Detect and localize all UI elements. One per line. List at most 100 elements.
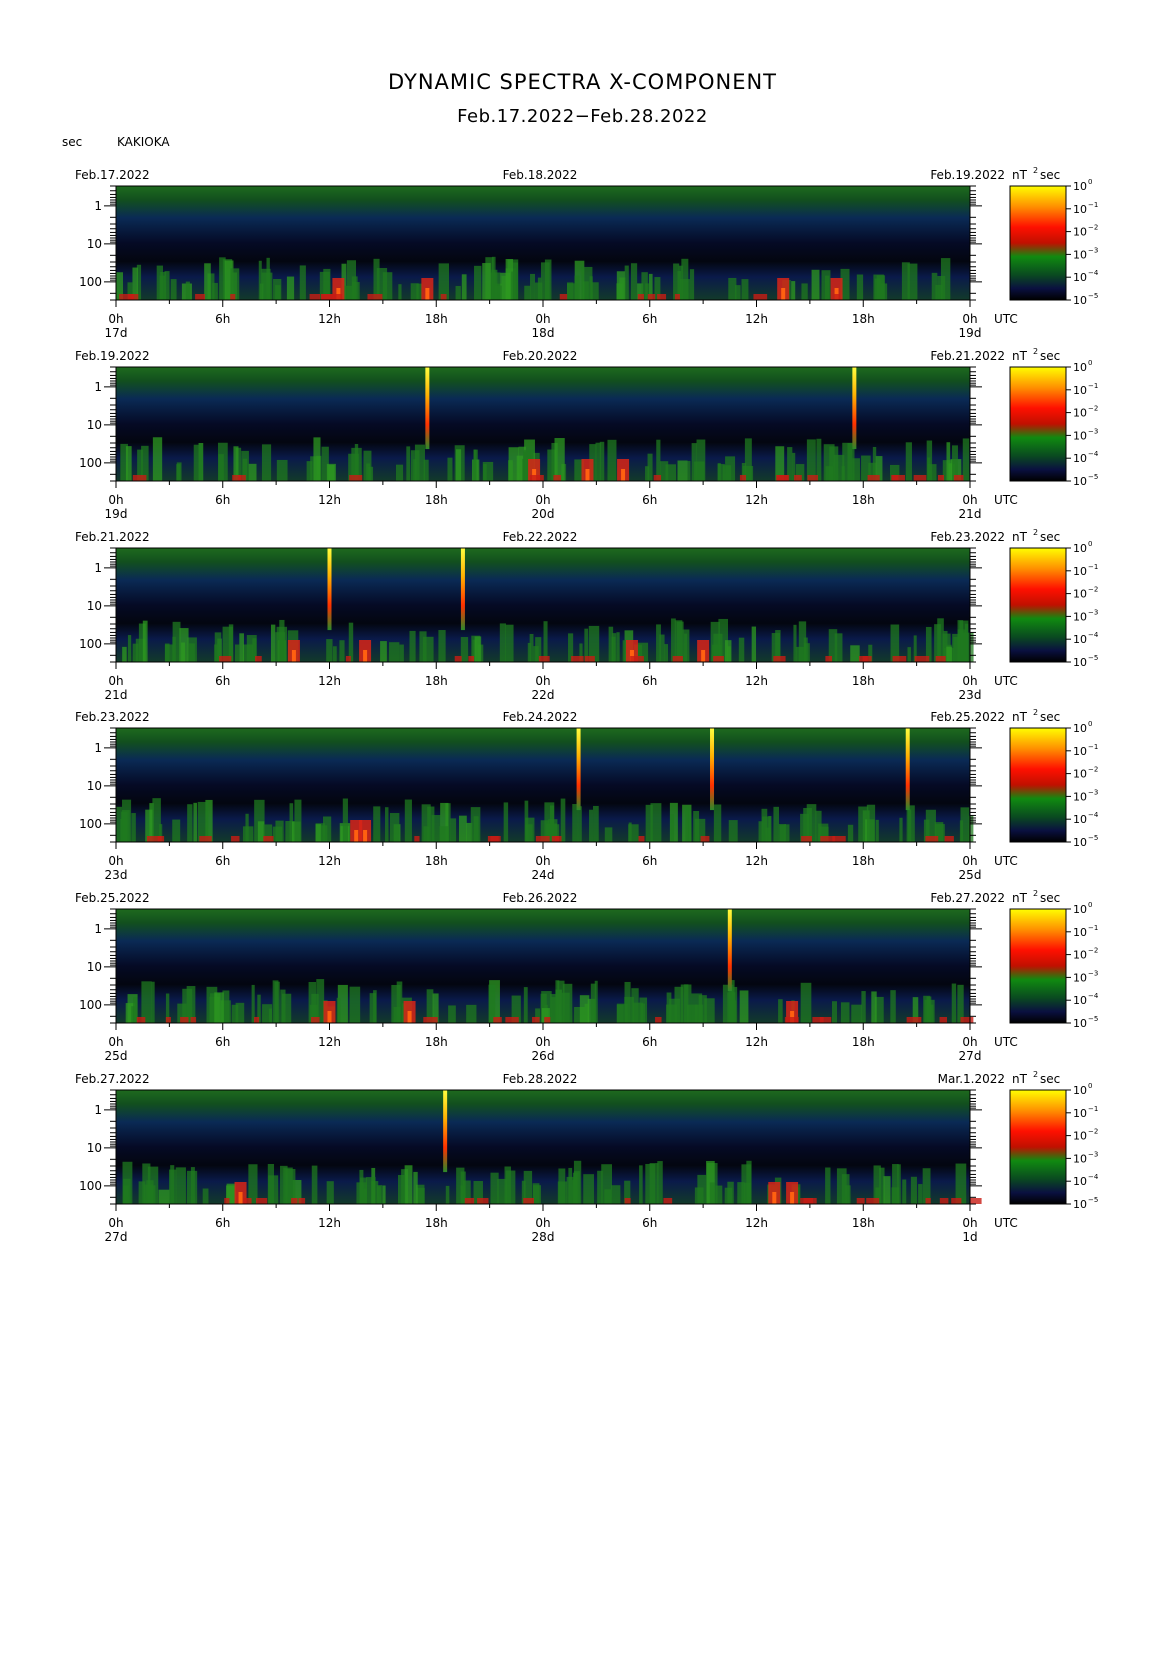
- activity-band: [639, 1165, 643, 1204]
- red-floor-speck: [320, 294, 334, 300]
- red-floor-speck: [951, 1198, 962, 1204]
- x-tick-label: 6h: [215, 1035, 230, 1049]
- red-floor-speck: [819, 1017, 832, 1023]
- activity-band: [389, 813, 400, 842]
- activity-band: [866, 804, 876, 842]
- activity-band: [641, 1003, 646, 1023]
- day-label: 19d: [959, 326, 982, 340]
- colorbar-exponent: 0: [1088, 540, 1092, 548]
- colorbar-exponent: −3: [1088, 788, 1098, 796]
- x-tick-label: 18h: [852, 493, 875, 507]
- activity-band: [243, 644, 254, 662]
- activity-band: [508, 447, 520, 481]
- colorbar-base: 10: [1073, 248, 1087, 261]
- red-floor-speck: [891, 475, 899, 481]
- red-floor-speck: [253, 1017, 260, 1023]
- x-tick-label: 18h: [852, 1216, 875, 1230]
- activity-band: [275, 820, 284, 842]
- activity-band: [687, 460, 691, 481]
- spectral-spike: [852, 367, 857, 450]
- activity-band: [193, 444, 203, 481]
- red-burst-core: [238, 1192, 243, 1204]
- activity-band: [151, 981, 155, 1023]
- y-tick-label: 100: [79, 817, 102, 831]
- activity-band: [682, 629, 690, 662]
- red-floor-speck: [674, 294, 680, 300]
- activity-band: [691, 993, 703, 1023]
- x-tick-label: 6h: [215, 854, 230, 868]
- red-floor-speck: [255, 1198, 268, 1204]
- day-label: 17d: [105, 326, 128, 340]
- activity-band: [630, 263, 638, 300]
- activity-band: [414, 444, 425, 481]
- red-floor-speck: [128, 294, 134, 300]
- activity-band: [907, 647, 911, 662]
- red-floor-speck: [309, 294, 321, 300]
- red-floor-speck: [825, 656, 833, 662]
- activity-band: [962, 438, 970, 481]
- day-label: 27d: [959, 1049, 982, 1063]
- red-floor-speck: [345, 656, 351, 662]
- day-label: 21d: [105, 688, 128, 702]
- activity-band: [832, 1001, 838, 1023]
- power-unit: nT: [1012, 168, 1028, 182]
- activity-band: [189, 643, 195, 662]
- activity-band: [473, 449, 477, 481]
- activity-band: [735, 285, 741, 300]
- colorbar-base: 10: [1073, 226, 1087, 239]
- activity-band: [332, 646, 337, 662]
- y-tick-label: 1: [94, 561, 102, 575]
- red-floor-speck: [925, 1198, 931, 1204]
- x-tick-label: 0h: [535, 493, 550, 507]
- x-tick-label: 0h: [535, 674, 550, 688]
- utc-label: UTC: [994, 312, 1018, 326]
- activity-band: [696, 439, 706, 481]
- red-floor-speck: [937, 475, 944, 481]
- activity-band: [393, 1007, 401, 1023]
- panel-end-date: Feb.19.2022: [930, 168, 1005, 182]
- day-label: 1d: [962, 1230, 977, 1244]
- activity-band: [175, 1167, 186, 1204]
- x-tick-label: 0h: [962, 1216, 977, 1230]
- activity-band: [778, 823, 787, 842]
- red-floor-speck: [414, 836, 420, 842]
- panel-end-date: Mar.1.2022: [938, 1072, 1005, 1086]
- activity-band: [611, 636, 616, 662]
- colorbar-exponent: −5: [1088, 654, 1098, 662]
- red-burst-core: [327, 1011, 332, 1023]
- x-tick-label: 0h: [962, 674, 977, 688]
- activity-band: [960, 807, 970, 842]
- activity-band: [825, 1167, 831, 1204]
- activity-band: [170, 1165, 175, 1204]
- activity-band: [431, 815, 441, 842]
- spectral-spike: [905, 728, 910, 811]
- activity-band: [294, 799, 302, 842]
- activity-band: [158, 1189, 170, 1204]
- activity-band: [524, 285, 531, 300]
- activity-band: [628, 822, 632, 842]
- activity-band: [170, 279, 177, 300]
- activity-band: [261, 268, 271, 300]
- y-tick-label: 1: [94, 741, 102, 755]
- panel-mid-date: Feb.18.2022: [503, 168, 578, 182]
- activity-band: [715, 1185, 723, 1204]
- activity-band: [746, 1160, 752, 1204]
- colorbar-exponent: −5: [1088, 473, 1098, 481]
- activity-band: [850, 645, 860, 662]
- activity-band: [352, 282, 360, 300]
- power-unit-exponent: 2: [1033, 166, 1038, 175]
- activity-band: [239, 633, 244, 662]
- activity-band: [122, 809, 130, 842]
- red-floor-speck: [468, 656, 475, 662]
- activity-band: [235, 1002, 245, 1023]
- colorbar-exponent: −4: [1088, 269, 1099, 277]
- red-floor-speck: [801, 836, 812, 842]
- activity-band: [856, 274, 864, 300]
- y-tick-label: 10: [87, 779, 102, 793]
- x-tick-label: 18h: [852, 1035, 875, 1049]
- activity-band: [710, 621, 720, 662]
- colorbar-base: 10: [1073, 180, 1087, 193]
- red-floor-speck: [807, 475, 819, 481]
- activity-band: [583, 1174, 594, 1204]
- activity-band: [218, 454, 224, 481]
